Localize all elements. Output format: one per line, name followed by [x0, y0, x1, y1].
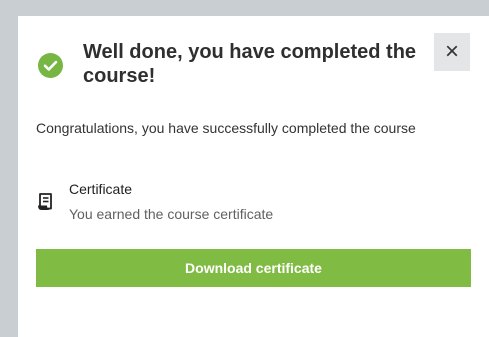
completion-dialog: Well done, you have completed the course…	[18, 16, 489, 337]
check-circle-icon	[38, 53, 63, 78]
download-certificate-button[interactable]: Download certificate	[36, 249, 471, 287]
close-icon[interactable]: ×	[434, 33, 470, 71]
close-button[interactable]: ×	[434, 33, 470, 71]
download-certificate-label[interactable]: Download certificate	[36, 249, 471, 287]
completion-message: Congratulations, you have successfully c…	[36, 120, 416, 136]
certificate-item: Certificate You earned the course certif…	[36, 180, 456, 230]
certificate-description: You earned the course certificate	[69, 206, 274, 222]
dialog-title: Well done, you have completed the course…	[83, 41, 417, 87]
certificate-title: Certificate	[69, 181, 133, 197]
certificate-icon	[37, 193, 53, 211]
